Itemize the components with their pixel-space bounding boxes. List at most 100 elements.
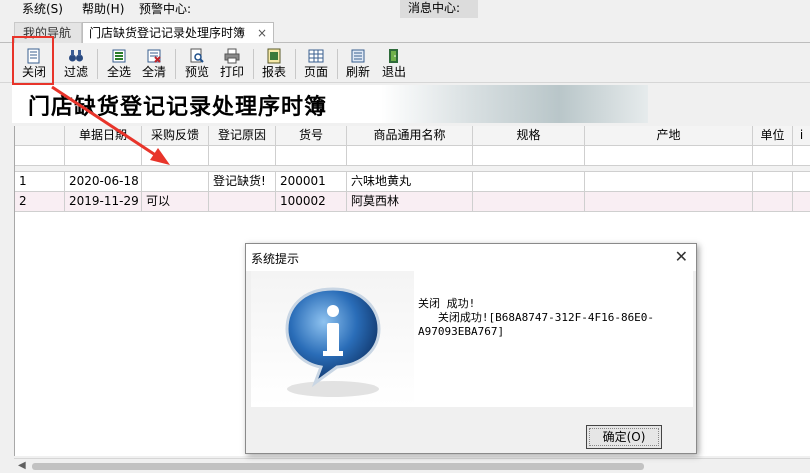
- table-row-1-unit[interactable]: [753, 172, 793, 192]
- binoculars-icon: [69, 50, 83, 62]
- filter-cell[interactable]: [585, 146, 753, 166]
- toolbar-separator: [253, 49, 254, 79]
- print-label: 打印: [219, 65, 244, 79]
- menu-system[interactable]: 系统(S): [22, 1, 63, 17]
- refresh-button[interactable]: 刷新: [342, 46, 374, 82]
- dialog-titlebar[interactable]: 系统提示 ✕: [246, 244, 696, 271]
- tab-stockout-records[interactable]: 门店缺货登记记录处理序时簿 ×: [82, 22, 274, 43]
- table-row-2-product-name[interactable]: 阿莫西林: [347, 192, 473, 212]
- dialog-title: 系统提示: [251, 252, 300, 266]
- toolbar-separator: [295, 49, 296, 79]
- page-label: 页面: [303, 65, 328, 79]
- page-button[interactable]: 页面: [300, 46, 332, 82]
- filter-cell[interactable]: [65, 146, 142, 166]
- table-row-1-date[interactable]: 2020-06-18: [65, 172, 142, 192]
- page-title: 门店缺货登记记录处理序时簿: [28, 94, 328, 120]
- table-row-2-spec[interactable]: [473, 192, 585, 212]
- column-header-truncated[interactable]: i: [793, 126, 810, 146]
- column-header-date[interactable]: 单据日期: [65, 126, 142, 146]
- select-all-label: 全选: [106, 65, 131, 79]
- preview-button[interactable]: 预览: [181, 46, 213, 82]
- filter-cell[interactable]: [142, 146, 209, 166]
- printer-icon: [224, 48, 240, 64]
- column-header-spec[interactable]: 规格: [473, 126, 585, 146]
- table-row-1-spec[interactable]: [473, 172, 585, 192]
- message-center[interactable]: 消息中心:: [400, 0, 478, 18]
- dialog-body: 关闭 成功! 关闭成功![B68A8747-312F-4F16-86E0- A9…: [251, 271, 693, 407]
- refresh-label: 刷新: [345, 65, 370, 79]
- close-button-highlight: [12, 36, 54, 85]
- table-row-1-item-no[interactable]: 200001: [276, 172, 347, 192]
- column-header-origin[interactable]: 产地: [585, 126, 753, 146]
- table-row-1-index[interactable]: 1: [15, 172, 65, 192]
- dialog-message-line2: 关闭成功![B68A8747-312F-4F16-86E0-: [418, 311, 655, 324]
- info-bubble-icon: [285, 287, 381, 397]
- filter-cell[interactable]: [753, 146, 793, 166]
- toolbar-separator: [97, 49, 98, 79]
- exit-door-icon: [389, 49, 398, 63]
- clear-all-label: 全清: [141, 65, 166, 79]
- dialog-message-line3: A97093EBA767]: [418, 325, 505, 338]
- table-row-2-extra[interactable]: [793, 192, 810, 212]
- clear-all-button[interactable]: 全清: [138, 46, 170, 82]
- tab-close-icon[interactable]: ×: [257, 23, 267, 43]
- filter-cell[interactable]: [276, 146, 347, 166]
- table-row-1-origin[interactable]: [585, 172, 753, 192]
- system-prompt-dialog: 系统提示 ✕ 关闭 成功! 关闭成功![B68A8747-312F-4F16-8…: [245, 243, 697, 454]
- menu-help[interactable]: 帮助(H): [82, 1, 124, 17]
- horizontal-scrollbar[interactable]: ◀: [14, 458, 810, 473]
- menu-bar: 系统(S) 帮助(H) 预警中心: 消息中心:: [0, 0, 810, 18]
- exit-button[interactable]: 退出: [378, 46, 410, 82]
- filter-cell[interactable]: [209, 146, 276, 166]
- column-header-unit[interactable]: 单位: [753, 126, 793, 146]
- refresh-icon: [351, 49, 365, 63]
- dialog-ok-button[interactable]: 确定(O): [586, 425, 662, 449]
- preview-label: 预览: [184, 65, 209, 79]
- scrollbar-thumb[interactable]: [32, 463, 644, 470]
- table-row-2-index[interactable]: 2: [15, 192, 65, 212]
- column-header-reason[interactable]: 登记原因: [209, 126, 276, 146]
- filter-cell[interactable]: [793, 146, 810, 166]
- toolbar-separator: [175, 49, 176, 79]
- table-row-1-reason[interactable]: 登记缺货!: [209, 172, 276, 192]
- table-row-2-item-no[interactable]: 100002: [276, 192, 347, 212]
- dialog-close-icon[interactable]: ✕: [675, 247, 688, 266]
- exit-label: 退出: [381, 65, 406, 79]
- table-row-2-feedback[interactable]: 可以: [142, 192, 209, 212]
- toolbar-separator: [337, 49, 338, 79]
- table-row-2-unit[interactable]: [753, 192, 793, 212]
- report-icon: [267, 48, 281, 64]
- dialog-message: 关闭 成功! 关闭成功![B68A8747-312F-4F16-86E0- A9…: [418, 297, 654, 339]
- print-button[interactable]: 打印: [216, 46, 248, 82]
- filter-button[interactable]: 过滤: [60, 46, 92, 82]
- filter-cell[interactable]: [473, 146, 585, 166]
- print-preview-icon: [190, 48, 204, 63]
- scroll-left-icon[interactable]: ◀: [18, 460, 26, 471]
- table-row-2-origin[interactable]: [585, 192, 753, 212]
- filter-cell[interactable]: [15, 146, 65, 166]
- column-header-index[interactable]: [15, 126, 65, 146]
- filter-cell[interactable]: [347, 146, 473, 166]
- report-button[interactable]: 报表: [258, 46, 290, 82]
- table-row-1-feedback[interactable]: [142, 172, 209, 192]
- select-all-icon: [112, 49, 126, 63]
- tab-bar: 我的导航 门店缺货登记记录处理序时簿 ×: [0, 18, 810, 43]
- table-row-1-product-name[interactable]: 六味地黄丸: [347, 172, 473, 192]
- select-all-button[interactable]: 全选: [103, 46, 135, 82]
- filter-button-label: 过滤: [63, 65, 88, 79]
- page-grid-icon: [308, 49, 324, 63]
- page-banner: 门店缺货登记记录处理序时簿: [12, 85, 648, 123]
- report-label: 报表: [261, 65, 286, 79]
- toolbar: 关闭 过滤 全选 全清 预览 打印 报表 页面 刷新 退出: [0, 43, 810, 83]
- column-header-product-name[interactable]: 商品通用名称: [347, 126, 473, 146]
- dialog-image: [251, 271, 414, 407]
- column-header-purchase-feedback[interactable]: 采购反馈: [142, 126, 209, 146]
- table-row-2-reason[interactable]: [209, 192, 276, 212]
- table-row-2-date[interactable]: 2019-11-29: [65, 192, 142, 212]
- menu-alert-center[interactable]: 预警中心:: [139, 1, 191, 17]
- column-header-item-no[interactable]: 货号: [276, 126, 347, 146]
- tab-label: 门店缺货登记记录处理序时簿: [89, 26, 246, 40]
- table-row-1-extra[interactable]: [793, 172, 810, 192]
- clear-all-icon: [147, 49, 161, 63]
- dialog-message-line1: 关闭 成功!: [418, 297, 476, 310]
